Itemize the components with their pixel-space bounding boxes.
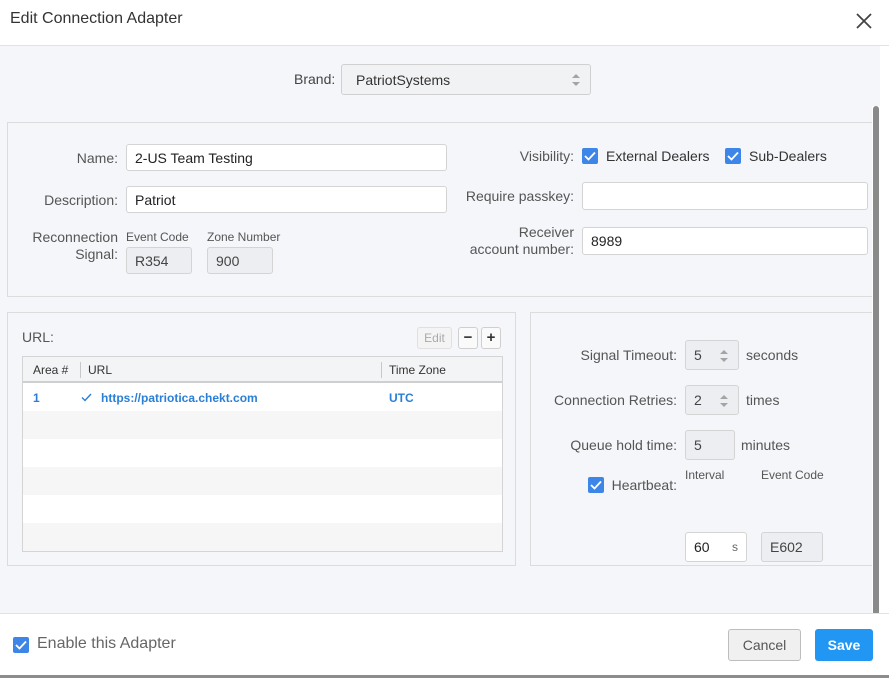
passkey-label: Require passkey: bbox=[465, 188, 574, 204]
column-divider bbox=[80, 362, 81, 378]
zone-number-label: Zone Number bbox=[207, 230, 281, 244]
receiver-account-input[interactable]: 8989 bbox=[582, 227, 868, 255]
reconnection-label-line1: Reconnection bbox=[32, 229, 118, 245]
interval-value: 60 bbox=[694, 539, 710, 555]
column-header-area[interactable]: Area # bbox=[33, 363, 68, 377]
sub-dealers-label: Sub-Dealers bbox=[749, 148, 827, 164]
scrollbar-thumb[interactable] bbox=[873, 106, 879, 656]
cancel-button[interactable]: Cancel bbox=[728, 629, 801, 661]
event-code-label: Event Code bbox=[126, 230, 189, 244]
passkey-input[interactable] bbox=[582, 182, 868, 210]
general-panel: Name: 2-US Team Testing Description: Pat… bbox=[7, 122, 879, 297]
description-label: Description: bbox=[44, 192, 118, 208]
signal-timeout-label: Signal Timeout: bbox=[580, 347, 678, 363]
check-icon bbox=[590, 480, 602, 490]
event-code-field: R354 bbox=[126, 247, 192, 274]
add-url-button[interactable]: + bbox=[481, 327, 501, 349]
updown-arrows-icon[interactable] bbox=[720, 395, 728, 407]
queue-hold-time-unit: minutes bbox=[741, 437, 791, 453]
row-time-zone: UTC bbox=[389, 391, 414, 405]
column-header-url[interactable]: URL bbox=[88, 363, 112, 377]
heartbeat-label: Heartbeat: bbox=[611, 477, 677, 493]
connection-retries-unit: times bbox=[746, 392, 780, 408]
url-label: URL: bbox=[22, 329, 54, 345]
connection-retries-value: 2 bbox=[694, 392, 702, 408]
url-table: Area # URL Time Zone 1 https://patriotic… bbox=[22, 356, 503, 552]
sub-dealers-checkbox[interactable] bbox=[725, 148, 741, 164]
queue-hold-time-label: Queue hold time: bbox=[570, 437, 677, 453]
external-dealers-label: External Dealers bbox=[606, 148, 710, 164]
dialog-title: Edit Connection Adapter bbox=[10, 10, 183, 27]
enable-adapter-label: Enable this Adapter bbox=[37, 635, 176, 652]
receiver-label-line1: Receiver bbox=[518, 224, 574, 240]
visibility-label: Visibility: bbox=[519, 148, 574, 164]
updown-arrows-icon bbox=[572, 74, 580, 86]
table-row-empty bbox=[23, 411, 502, 439]
signal-timeout-unit: seconds bbox=[746, 347, 799, 363]
close-button[interactable] bbox=[855, 12, 873, 30]
reconnection-label-line2: Signal: bbox=[75, 246, 118, 262]
signal-panel: Signal Timeout: 5 seconds Connection Ret… bbox=[530, 312, 879, 566]
table-row-empty bbox=[23, 523, 502, 551]
signal-timeout-value: 5 bbox=[694, 347, 702, 363]
table-row-empty bbox=[23, 439, 502, 467]
table-row-empty bbox=[23, 495, 502, 523]
interval-input[interactable]: 60 s bbox=[685, 532, 747, 562]
dialog-header: Edit Connection Adapter bbox=[0, 0, 889, 46]
url-table-header: Area # URL Time Zone bbox=[23, 357, 502, 383]
reconnection-signal-label: Reconnection Signal: bbox=[32, 229, 118, 263]
heartbeat-checkbox[interactable] bbox=[588, 477, 604, 493]
edit-url-button[interactable]: Edit bbox=[417, 327, 452, 349]
connection-retries-label: Connection Retries: bbox=[554, 392, 677, 408]
check-icon bbox=[81, 393, 92, 402]
signal-timeout-stepper[interactable]: 5 bbox=[685, 340, 739, 370]
scrollbar[interactable] bbox=[872, 106, 880, 656]
brand-select[interactable]: PatriotSystems bbox=[341, 64, 591, 95]
queue-hold-time-field: 5 bbox=[685, 430, 735, 460]
dialog-footer: Enable this Adapter Cancel Save bbox=[0, 613, 889, 678]
check-icon bbox=[15, 640, 27, 650]
brand-select-value: PatriotSystems bbox=[356, 72, 451, 88]
url-panel: URL: Edit − + Area # URL Time Zone 1 htt… bbox=[7, 312, 516, 566]
check-icon bbox=[727, 151, 739, 161]
close-icon bbox=[856, 13, 872, 29]
dialog-body: Brand: PatriotSystems Name: 2-US Team Te… bbox=[0, 46, 880, 656]
receiver-label-line2: account number: bbox=[469, 241, 574, 257]
table-row-empty bbox=[23, 467, 502, 495]
row-url: https://patriotica.chekt.com bbox=[101, 391, 258, 405]
table-row[interactable]: 1 https://patriotica.chekt.com UTC bbox=[23, 383, 502, 411]
external-dealers-checkbox[interactable] bbox=[582, 148, 598, 164]
zone-number-field: 900 bbox=[207, 247, 273, 274]
interval-label: Interval bbox=[685, 468, 725, 482]
column-divider bbox=[381, 362, 382, 378]
receiver-account-label: Receiver account number: bbox=[470, 224, 574, 258]
heartbeat-event-code-label: Event Code bbox=[761, 468, 824, 482]
check-icon bbox=[584, 151, 596, 161]
brand-label: Brand: bbox=[294, 71, 336, 87]
connection-retries-stepper[interactable]: 2 bbox=[685, 385, 739, 415]
column-header-time-zone[interactable]: Time Zone bbox=[389, 363, 446, 377]
remove-url-button[interactable]: − bbox=[458, 327, 478, 349]
interval-unit: s bbox=[732, 540, 738, 554]
heartbeat-event-code-field: E602 bbox=[761, 532, 823, 562]
name-label: Name: bbox=[76, 150, 118, 166]
updown-arrows-icon[interactable] bbox=[720, 350, 728, 362]
description-input[interactable]: Patriot bbox=[126, 186, 447, 213]
enable-adapter-checkbox[interactable] bbox=[13, 637, 29, 653]
save-button[interactable]: Save bbox=[815, 629, 873, 661]
row-area-number: 1 bbox=[33, 391, 40, 405]
name-input[interactable]: 2-US Team Testing bbox=[126, 144, 447, 171]
